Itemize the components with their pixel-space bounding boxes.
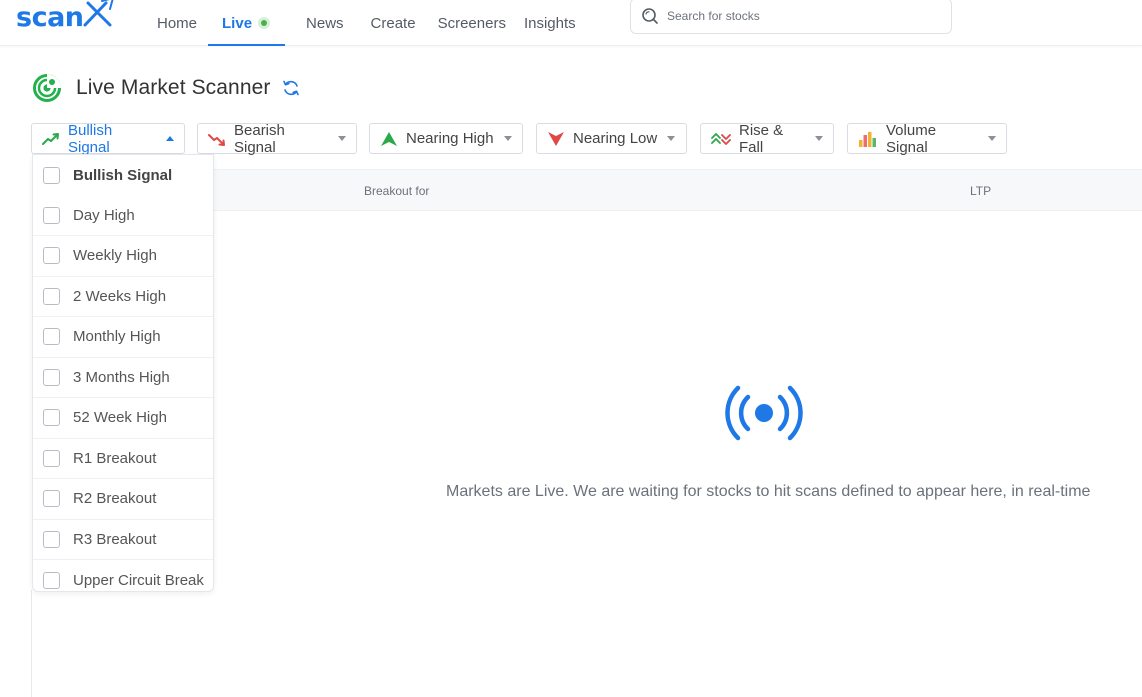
filter-rise-fall-label: Rise & Fall: [739, 121, 784, 156]
dropdown-option-r1-breakout[interactable]: R1 Breakout: [33, 439, 213, 479]
option-label: Weekly High: [73, 247, 157, 265]
trend-down-icon: [208, 132, 226, 146]
caret-down-icon: [338, 136, 346, 141]
option-label: Day High: [73, 206, 135, 224]
refresh-icon[interactable]: [281, 78, 301, 98]
checkbox[interactable]: [43, 287, 60, 305]
filter-bullish-label: Bullish Signal: [68, 121, 113, 156]
nav-create-label: Create: [370, 14, 416, 32]
checkbox[interactable]: [43, 530, 60, 548]
arrow-down-icon: [547, 131, 565, 147]
option-label: Monthly High: [73, 328, 161, 346]
dropdown-option-weekly-high[interactable]: Weekly High: [33, 236, 213, 277]
checkbox[interactable]: [43, 571, 60, 589]
dropdown-option-2-weeks-high[interactable]: 2 Weeks High: [33, 277, 213, 317]
dropdown-option-upper-circuit-break[interactable]: Upper Circuit Break: [33, 560, 213, 591]
nav-home[interactable]: Home: [146, 0, 208, 46]
checkbox[interactable]: [43, 490, 60, 508]
filter-nearing-low[interactable]: Nearing Low: [536, 123, 687, 154]
checkbox[interactable]: [43, 409, 60, 427]
option-label: 2 Weeks High: [73, 287, 167, 305]
search-input[interactable]: [667, 9, 937, 23]
checkbox[interactable]: [43, 247, 60, 265]
scanx-logo[interactable]: scan: [16, 0, 116, 36]
dropdown-option-r3-breakout[interactable]: R3 Breakout: [33, 520, 213, 560]
top-navbar: scan Home Live News Create Screeners Ins…: [0, 0, 1142, 46]
logo-text: scan: [16, 1, 84, 33]
dropdown-option-3-months-high[interactable]: 3 Months High: [33, 358, 213, 398]
broadcast-icon: [724, 384, 804, 447]
rise-fall-icon: [711, 132, 731, 146]
nav-live[interactable]: Live: [208, 0, 286, 46]
caret-down-icon: [667, 136, 676, 141]
live-status-icon: [258, 17, 271, 29]
trend-up-icon: [42, 132, 60, 146]
filter-bearish-label: Bearish Signal: [234, 121, 285, 156]
column-header-breakout-for: Breakout for: [364, 184, 430, 198]
nav-insights[interactable]: Insights: [517, 0, 587, 46]
bar-chart-icon: [858, 131, 878, 147]
option-label: R3 Breakout: [73, 530, 157, 548]
filter-nearing-high-label: Nearing High: [406, 130, 494, 147]
nav-live-label: Live: [222, 14, 253, 32]
page-title: Live Market Scanner: [76, 76, 271, 99]
bullish-signal-dropdown: Bullish Signal Day High Weekly High 2 We…: [32, 154, 214, 592]
checkbox[interactable]: [43, 166, 60, 184]
checkbox[interactable]: [43, 368, 60, 386]
filter-volume-label: Volume Signal: [886, 121, 937, 156]
nav-news-label: News: [306, 14, 344, 32]
dropdown-option-day-high[interactable]: Day High: [33, 196, 213, 236]
empty-state-message: Markets are Live. We are waiting for sto…: [446, 483, 1091, 500]
logo-x-icon: [83, 0, 114, 27]
nav-home-label: Home: [157, 14, 198, 32]
dropdown-option-bullish-signal[interactable]: Bullish Signal: [33, 155, 213, 196]
option-label: R1 Breakout: [73, 449, 157, 467]
filter-rise-fall[interactable]: Rise & Fall: [700, 121, 834, 156]
filter-nearing-high[interactable]: Nearing High: [369, 123, 523, 154]
caret-up-icon: [166, 136, 174, 141]
filter-bearish-signal[interactable]: Bearish Signal: [197, 121, 357, 156]
dropdown-option-monthly-high[interactable]: Monthly High: [33, 317, 213, 358]
content-divider: [31, 590, 32, 697]
active-tab-underline: [208, 44, 286, 46]
dropdown-option-52-week-high[interactable]: 52 Week High: [33, 398, 213, 439]
option-label: 52 Week High: [73, 409, 167, 427]
caret-down-icon: [503, 136, 512, 141]
nav-insights-label: Insights: [523, 14, 576, 32]
filter-nearing-low-label: Nearing Low: [573, 130, 658, 147]
nav-news[interactable]: News: [285, 0, 355, 46]
nav-screeners-label: Screeners: [437, 14, 506, 32]
checkbox[interactable]: [43, 206, 60, 224]
caret-down-icon: [815, 136, 823, 141]
arrow-up-icon: [380, 131, 398, 147]
main-nav: Home Live News Create Screeners Insights: [146, 0, 587, 46]
results-table-header: Breakout for LTP: [213, 169, 1142, 211]
checkbox[interactable]: [43, 449, 60, 467]
search-icon: [642, 8, 658, 24]
search-box[interactable]: [630, 0, 952, 34]
column-header-ltp: LTP: [970, 184, 992, 198]
live-scanner-icon: [33, 74, 61, 102]
nav-screeners[interactable]: Screeners: [427, 0, 517, 46]
option-label: 3 Months High: [73, 368, 170, 386]
filter-volume-signal[interactable]: Volume Signal: [847, 121, 1007, 156]
checkbox[interactable]: [43, 328, 60, 346]
filter-bullish-signal[interactable]: Bullish Signal: [31, 121, 185, 156]
option-label: Bullish Signal: [73, 166, 173, 184]
option-label: R2 Breakout: [73, 490, 157, 508]
option-label: Upper Circuit Break: [73, 571, 204, 589]
caret-down-icon: [988, 136, 996, 141]
nav-create[interactable]: Create: [355, 0, 427, 46]
page-header: Live Market Scanner: [32, 72, 301, 104]
dropdown-option-r2-breakout[interactable]: R2 Breakout: [33, 479, 213, 520]
